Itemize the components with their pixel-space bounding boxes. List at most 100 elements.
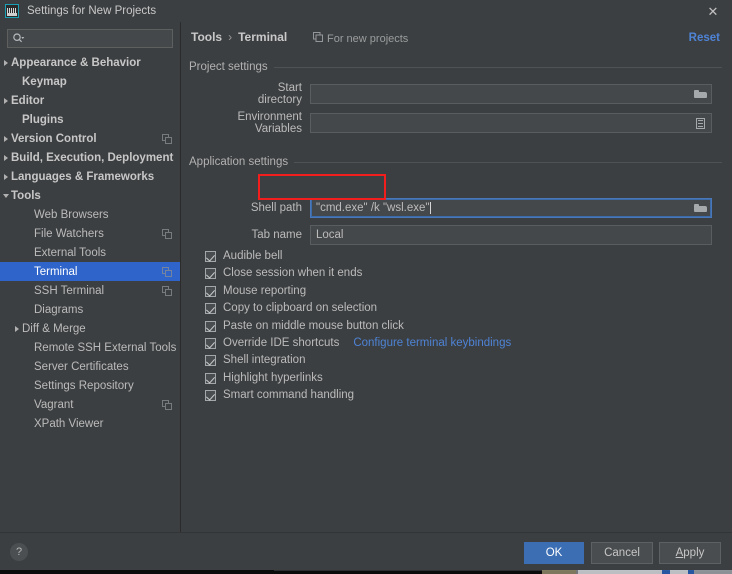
sidebar-item-label: Server Certificates bbox=[34, 361, 129, 373]
sidebar-item-label: Build, Execution, Deployment bbox=[11, 152, 173, 164]
group-application-settings: Application settings bbox=[189, 156, 722, 168]
sidebar-item-plugins[interactable]: Plugins bbox=[0, 110, 180, 129]
checkbox-paste-on-middle-mouse-button-click[interactable] bbox=[205, 321, 216, 332]
input-value-tab-name: Local bbox=[311, 229, 344, 241]
chevron-right-icon[interactable] bbox=[0, 136, 11, 142]
input-environment-variables[interactable] bbox=[310, 113, 712, 133]
copy-settings-icon bbox=[162, 286, 172, 296]
sidebar-item-version-control[interactable]: Version Control bbox=[0, 129, 180, 148]
input-start-directory[interactable] bbox=[310, 84, 712, 104]
sidebar-item-tools[interactable]: Tools bbox=[0, 186, 180, 205]
cancel-button[interactable]: Cancel bbox=[591, 542, 653, 564]
checkbox-row-close-session-when-it-ends[interactable]: Close session when it ends bbox=[205, 265, 362, 281]
sidebar-item-keymap[interactable]: Keymap bbox=[0, 72, 180, 91]
sidebar-item-label: Keymap bbox=[22, 76, 67, 88]
sidebar-item-vagrant[interactable]: Vagrant bbox=[0, 395, 180, 414]
sidebar-item-xpath-viewer[interactable]: XPath Viewer bbox=[0, 414, 180, 433]
sidebar-item-server-certificates[interactable]: Server Certificates bbox=[0, 357, 180, 376]
chevron-right-icon[interactable] bbox=[11, 326, 22, 332]
breadcrumb-separator: › bbox=[228, 30, 232, 44]
chevron-down-icon[interactable] bbox=[0, 194, 11, 198]
checkbox-label-audible-bell: Audible bell bbox=[223, 250, 282, 262]
dialog-footer: ? OK Cancel Apply bbox=[0, 532, 732, 571]
sidebar-item-label: Diagrams bbox=[34, 304, 83, 316]
copy-settings-icon bbox=[162, 267, 172, 277]
checkbox-shell-integration[interactable] bbox=[205, 355, 216, 366]
breadcrumb-parent[interactable]: Tools bbox=[191, 30, 222, 44]
divider bbox=[274, 67, 722, 68]
chevron-right-icon[interactable] bbox=[0, 60, 11, 66]
settings-main-panel: Tools › Terminal For new projects Reset … bbox=[180, 22, 732, 532]
input-shell-path[interactable]: "cmd.exe" /k "wsl.exe" bbox=[310, 198, 712, 218]
checkbox-mouse-reporting[interactable] bbox=[205, 286, 216, 297]
divider bbox=[294, 162, 722, 163]
checkbox-row-copy-to-clipboard-on-selection[interactable]: Copy to clipboard on selection bbox=[205, 300, 377, 316]
window-titlebar: Settings for New Projects ✕ bbox=[0, 0, 732, 22]
field-row-shell-path: Shell path"cmd.exe" /k "wsl.exe" bbox=[181, 198, 732, 218]
settings-search[interactable] bbox=[7, 29, 173, 48]
checkbox-audible-bell[interactable] bbox=[205, 251, 216, 262]
list-icon[interactable] bbox=[691, 115, 709, 131]
sidebar-item-label: Web Browsers bbox=[34, 209, 109, 221]
sidebar-item-label: Editor bbox=[11, 95, 44, 107]
checkbox-row-audible-bell[interactable]: Audible bell bbox=[205, 248, 282, 264]
checkbox-row-paste-on-middle-mouse-button-click[interactable]: Paste on middle mouse button click bbox=[205, 318, 404, 334]
sidebar-item-editor[interactable]: Editor bbox=[0, 91, 180, 110]
folder-icon[interactable] bbox=[691, 200, 709, 216]
sidebar-item-ssh-terminal[interactable]: SSH Terminal bbox=[0, 281, 180, 300]
help-button[interactable]: ? bbox=[10, 543, 28, 561]
chevron-right-icon[interactable] bbox=[0, 155, 11, 161]
apply-button[interactable]: Apply bbox=[659, 542, 721, 564]
copy-settings-icon bbox=[162, 400, 172, 410]
checkbox-override-ide-shortcuts[interactable] bbox=[205, 338, 216, 349]
search-icon bbox=[12, 32, 25, 45]
field-row-environment-variables: Environment Variables bbox=[181, 113, 732, 133]
checkbox-copy-to-clipboard-on-selection[interactable] bbox=[205, 303, 216, 314]
scope-hint-label: For new projects bbox=[327, 33, 408, 45]
reset-link[interactable]: Reset bbox=[689, 32, 720, 44]
sidebar-item-file-watchers[interactable]: File Watchers bbox=[0, 224, 180, 243]
checkbox-label-copy-to-clipboard-on-selection: Copy to clipboard on selection bbox=[223, 302, 377, 314]
sidebar-item-settings-repository[interactable]: Settings Repository bbox=[0, 376, 180, 395]
chevron-right-icon[interactable] bbox=[0, 174, 11, 180]
sidebar-item-web-browsers[interactable]: Web Browsers bbox=[0, 205, 180, 224]
checkbox-smart-command-handling[interactable] bbox=[205, 390, 216, 401]
sidebar-item-label: Languages & Frameworks bbox=[11, 171, 154, 183]
sidebar-item-diagrams[interactable]: Diagrams bbox=[0, 300, 180, 319]
checkbox-row-mouse-reporting[interactable]: Mouse reporting bbox=[205, 283, 306, 299]
copy-settings-icon bbox=[162, 134, 172, 144]
folder-icon[interactable] bbox=[691, 86, 709, 102]
field-label-start-directory: Start directory bbox=[234, 82, 310, 106]
sidebar-item-build-execution-deployment[interactable]: Build, Execution, Deployment bbox=[0, 148, 180, 167]
checkbox-row-highlight-hyperlinks[interactable]: Highlight hyperlinks bbox=[205, 370, 323, 386]
checkbox-label-highlight-hyperlinks: Highlight hyperlinks bbox=[223, 372, 323, 384]
group-project-settings-label: Project settings bbox=[189, 61, 268, 73]
input-tab-name[interactable]: Local bbox=[310, 225, 712, 245]
sidebar-item-label: Tools bbox=[11, 190, 41, 202]
checkbox-row-override-ide-shortcuts[interactable]: Override IDE shortcuts Configure terminal… bbox=[205, 335, 511, 351]
breadcrumb: Tools › Terminal bbox=[191, 30, 287, 44]
chevron-right-icon[interactable] bbox=[0, 98, 11, 104]
checkbox-close-session-when-it-ends[interactable] bbox=[205, 268, 216, 279]
configure-terminal-keybindings-link[interactable]: Configure terminal keybindings bbox=[353, 337, 511, 349]
sidebar-item-terminal[interactable]: Terminal bbox=[0, 262, 180, 281]
search-input[interactable] bbox=[25, 31, 175, 46]
close-icon[interactable]: ✕ bbox=[704, 3, 722, 19]
sidebar-item-appearance-behavior[interactable]: Appearance & Behavior bbox=[0, 53, 180, 72]
settings-tree[interactable]: Appearance & Behavior Keymap Editor Plugins… bbox=[0, 53, 180, 532]
sidebar-item-diff-merge[interactable]: Diff & Merge bbox=[0, 319, 180, 338]
text-caret bbox=[430, 202, 431, 214]
sidebar-item-external-tools[interactable]: External Tools bbox=[0, 243, 180, 262]
checkbox-row-shell-integration[interactable]: Shell integration bbox=[205, 352, 305, 368]
sidebar-item-remote-ssh-external-tools[interactable]: Remote SSH External Tools bbox=[0, 338, 180, 357]
sidebar-item-label: External Tools bbox=[34, 247, 106, 259]
checkbox-row-smart-command-handling[interactable]: Smart command handling bbox=[205, 387, 354, 403]
checkbox-highlight-hyperlinks[interactable] bbox=[205, 373, 216, 384]
sidebar-item-label: Version Control bbox=[11, 133, 97, 145]
checkbox-label-close-session-when-it-ends: Close session when it ends bbox=[223, 267, 362, 279]
sidebar-item-languages-frameworks[interactable]: Languages & Frameworks bbox=[0, 167, 180, 186]
sidebar-item-label: Remote SSH External Tools bbox=[34, 342, 176, 354]
ok-button[interactable]: OK bbox=[524, 542, 584, 564]
checkbox-label-shell-integration: Shell integration bbox=[223, 354, 305, 366]
checkbox-label-override-ide-shortcuts: Override IDE shortcuts bbox=[223, 337, 339, 349]
